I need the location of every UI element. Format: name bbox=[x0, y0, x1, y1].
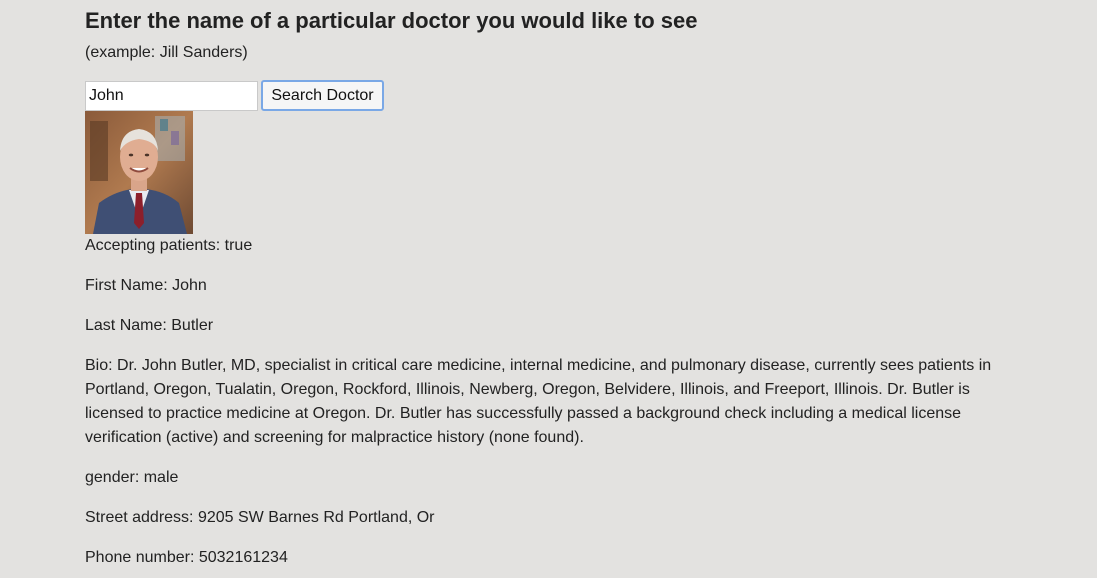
accepting-patients: Accepting patients: true bbox=[85, 237, 253, 254]
last-name: Last Name: Butler bbox=[85, 317, 214, 334]
doctor-name-input[interactable] bbox=[85, 80, 258, 111]
gender: gender: male bbox=[85, 469, 179, 486]
search-form: Search Doctor bbox=[85, 80, 1025, 111]
first-name: First Name: John bbox=[85, 277, 207, 294]
doctor-search-page: Enter the name of a particular doctor yo… bbox=[85, 0, 1025, 570]
example-hint: (example: Jill Sanders) bbox=[85, 44, 248, 61]
doctor-photo bbox=[85, 111, 193, 234]
street-address: Street address: 9205 SW Barnes Rd Portla… bbox=[85, 509, 435, 526]
bio: Bio: Dr. John Butler, MD, specialist in … bbox=[85, 357, 992, 446]
page-title: Enter the name of a particular doctor yo… bbox=[85, 8, 698, 33]
doctor-details: Accepting patients: true First Name: Joh… bbox=[85, 234, 1025, 570]
search-doctor-button[interactable]: Search Doctor bbox=[261, 80, 384, 111]
phone-number: Phone number: 5032161234 bbox=[85, 549, 288, 566]
